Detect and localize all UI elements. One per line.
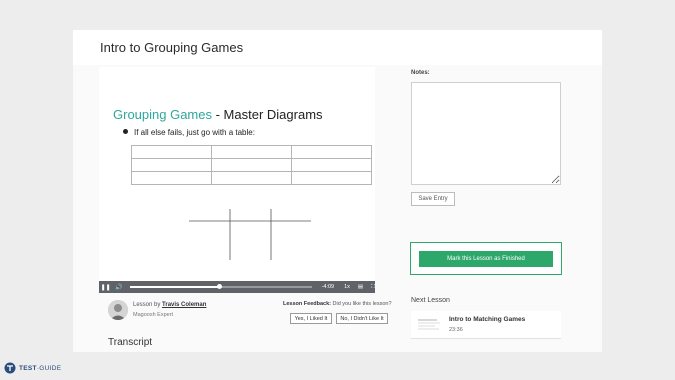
feedback-question: Did you like this lesson? (331, 301, 392, 307)
slide-bullet: If all else fails, just go with a table: (123, 128, 255, 137)
table-cell (291, 158, 372, 172)
captions-icon[interactable]: ▤ (358, 284, 363, 290)
table-cell (291, 145, 372, 159)
pause-icon[interactable]: ❚❚ (99, 284, 112, 291)
next-lesson-label: Next Lesson (411, 297, 450, 304)
table-cell (291, 171, 372, 185)
slide-title-rest: - Master Diagrams (212, 107, 323, 122)
slide-table (131, 145, 372, 185)
bullet-dot-icon (123, 129, 128, 135)
feedback-heading: Lesson Feedback: (283, 301, 331, 307)
test-guide-logo: TEST·GUIDE (4, 362, 61, 374)
transcript-heading: Transcript (108, 337, 153, 348)
fullscreen-icon[interactable]: ⛶ (371, 284, 375, 291)
notes-textarea[interactable] (411, 82, 561, 185)
notes-label: Notes: (411, 70, 430, 76)
didnt-like-it-button[interactable]: No, I Didn't Like It (336, 313, 388, 324)
volume-icon[interactable]: 🔊 (112, 284, 125, 291)
lesson-header: Intro to Grouping Games (73, 30, 602, 65)
person-icon (108, 300, 128, 320)
next-lesson-duration: 23:36 (449, 327, 463, 333)
lesson-content: Grouping Games - Master Diagrams If all … (73, 65, 602, 352)
next-lesson-card[interactable]: Intro to Matching Games 23:36 (411, 311, 561, 339)
table-cell (211, 158, 292, 172)
logo-text: TEST·GUIDE (19, 364, 62, 372)
slide-title: Grouping Games - Master Diagrams (113, 107, 323, 122)
finish-lesson-panel: Mark this Lesson as Finished (410, 242, 562, 275)
player-controls: ❚❚ 🔊 -4:09 1x ▤ ⛶ (99, 281, 375, 293)
grouping-diagram (189, 209, 311, 260)
table-cell (131, 145, 212, 159)
table-cell (211, 171, 292, 185)
table-cell (131, 171, 212, 185)
page-title: Intro to Grouping Games (100, 40, 244, 55)
slide-bullet-text: If all else fails, just go with a table: (134, 128, 255, 137)
lesson-author-line: Lesson by Travis Coleman (133, 302, 206, 308)
test-guide-logo-icon (4, 362, 16, 374)
mark-finished-button[interactable]: Mark this Lesson as Finished (419, 251, 553, 267)
author-avatar (108, 300, 128, 320)
next-lesson-thumbnail (415, 316, 443, 333)
lesson-by-prefix: Lesson by (133, 302, 163, 308)
logo-suffix: GUIDE (39, 364, 62, 372)
progress-fill (129, 286, 219, 288)
speed-button[interactable]: 1x (344, 284, 350, 290)
author-role: Magoosh Expert (133, 312, 174, 318)
table-cell (131, 158, 212, 172)
lesson-feedback-label: Lesson Feedback: Did you like this lesso… (283, 301, 392, 307)
table-cell (211, 145, 292, 159)
slide-title-accent: Grouping Games (113, 107, 212, 122)
video-player[interactable]: Grouping Games - Master Diagrams If all … (99, 67, 375, 293)
time-remaining: -4:09 (321, 284, 335, 290)
progress-track[interactable] (129, 284, 312, 289)
liked-it-button[interactable]: Yes, I Liked It (290, 313, 332, 324)
logo-brand: TEST (19, 364, 37, 372)
progress-handle[interactable] (216, 284, 222, 289)
save-entry-button[interactable]: Save Entry (411, 192, 455, 206)
author-link[interactable]: Travis Coleman (162, 302, 206, 308)
next-lesson-title: Intro to Matching Games (449, 316, 526, 323)
